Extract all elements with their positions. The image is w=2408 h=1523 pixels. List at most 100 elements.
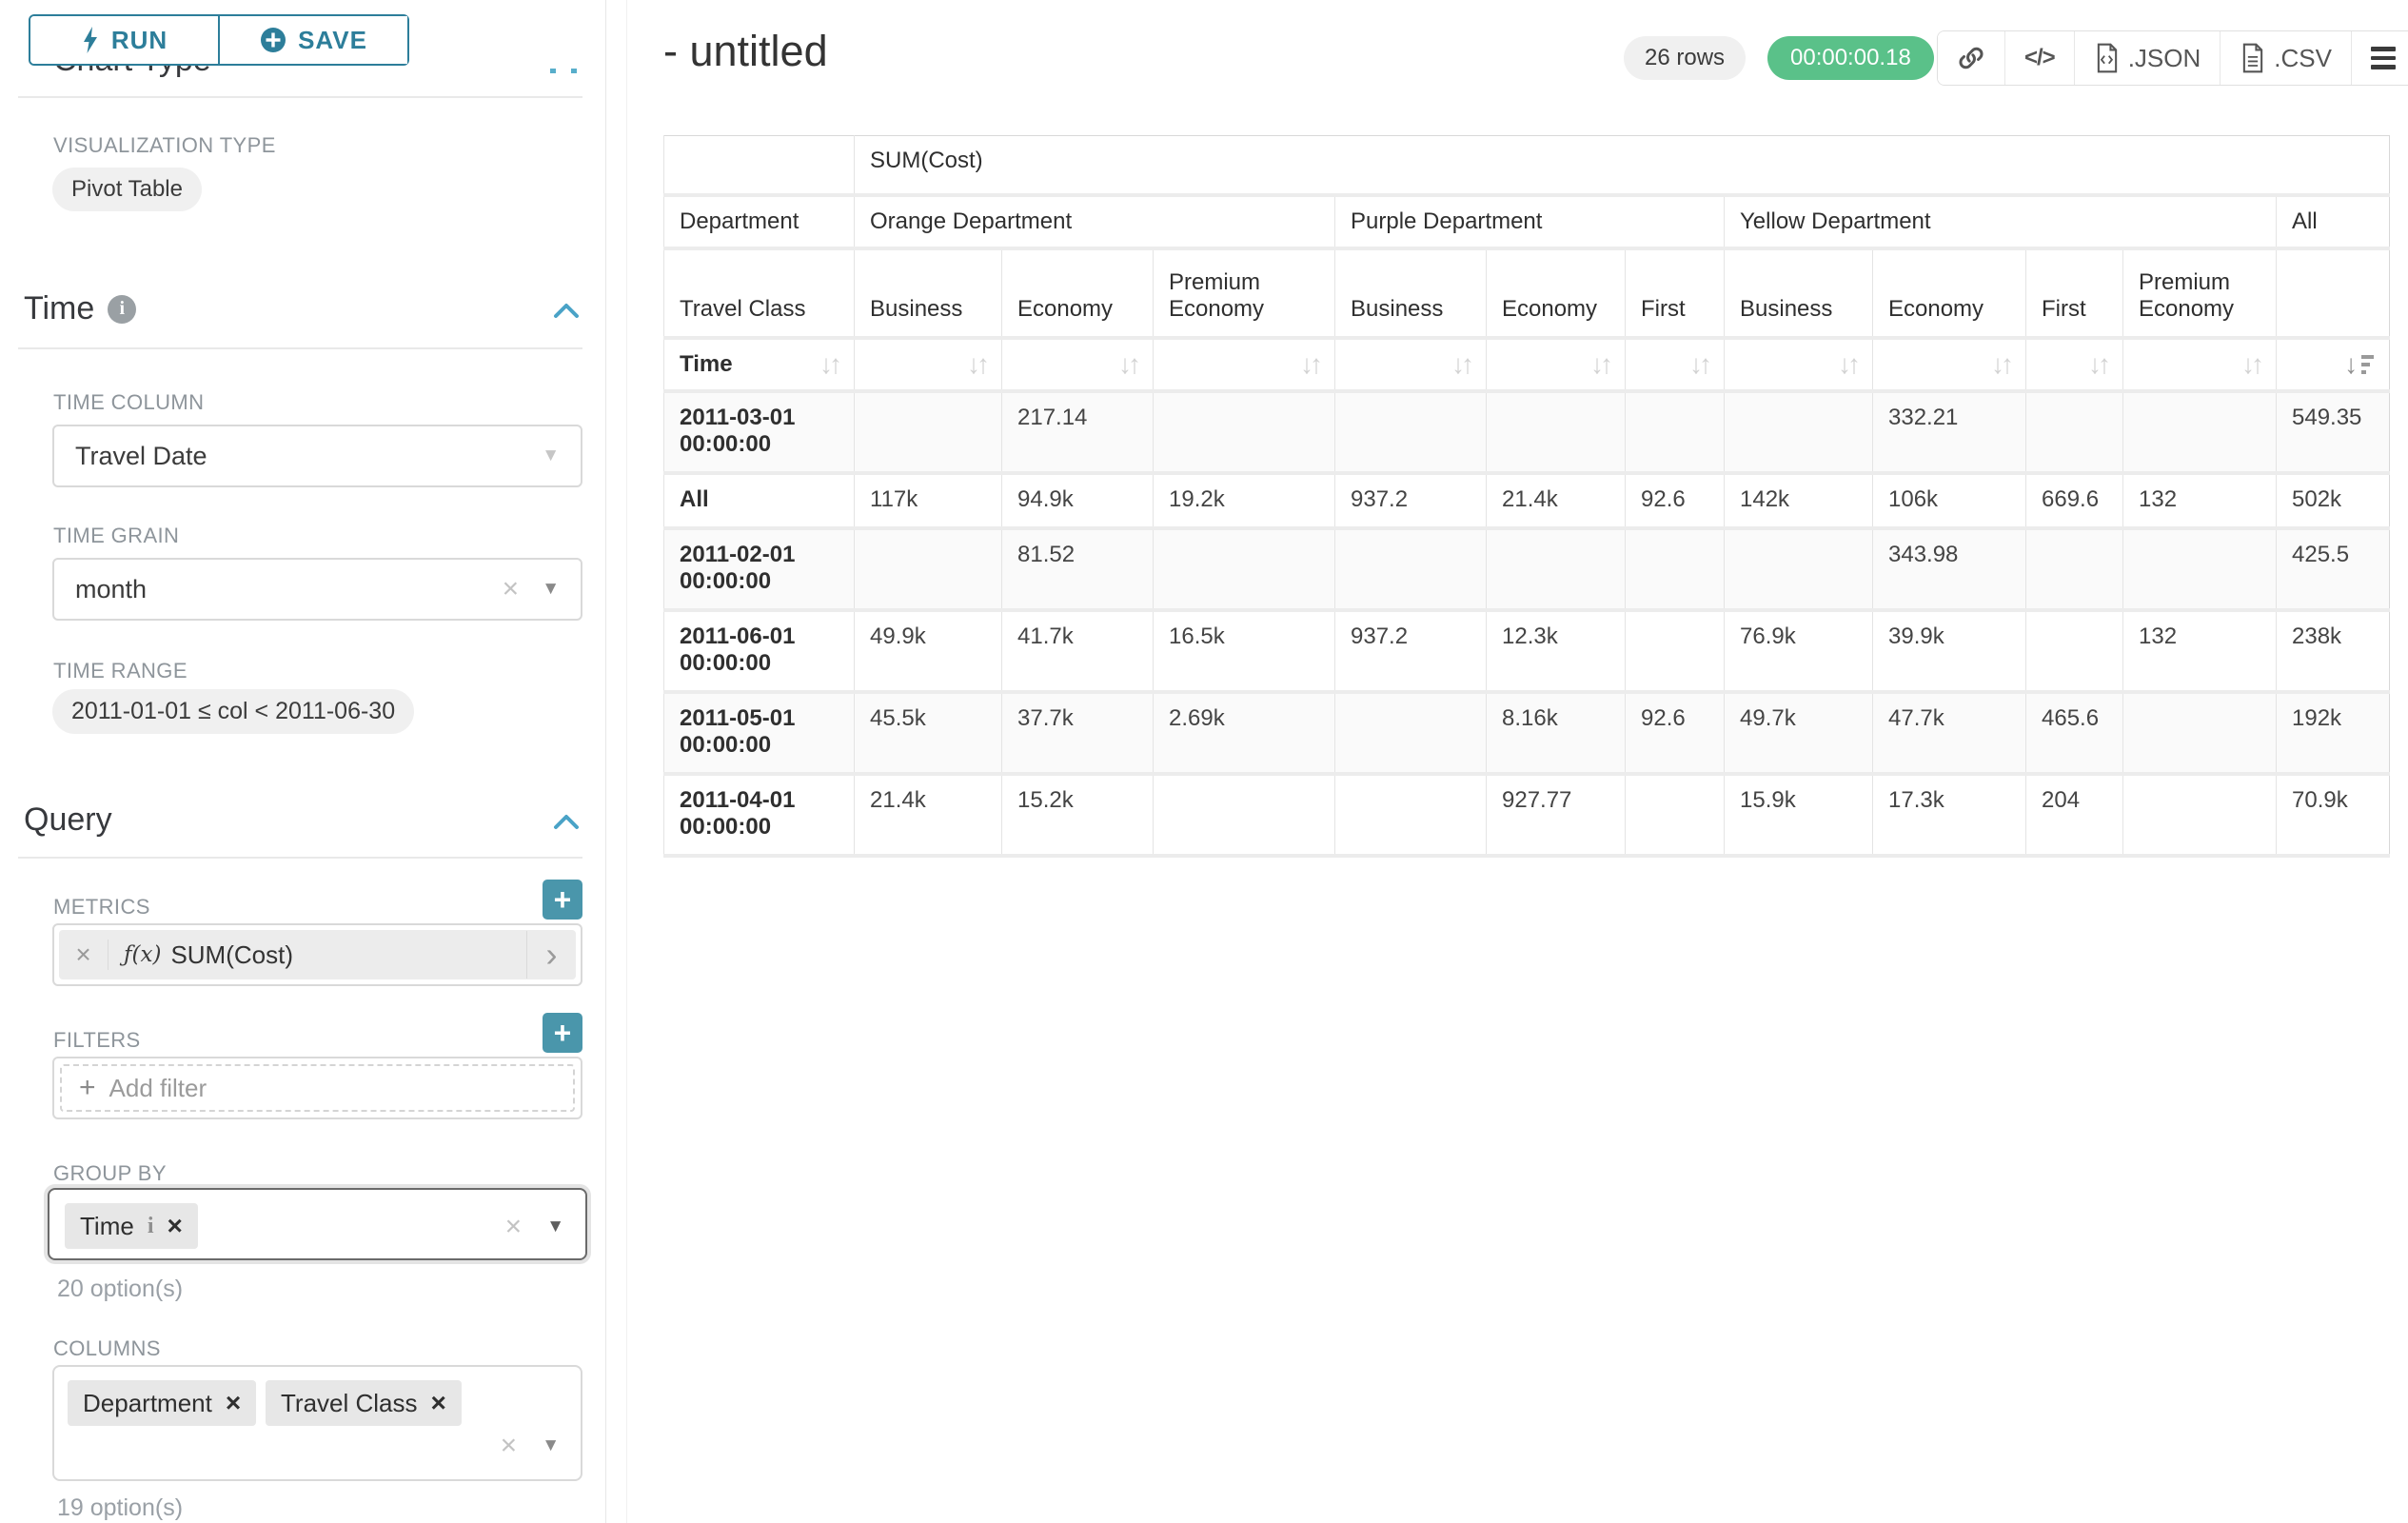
time-range-pill[interactable]: 2011-01-01 ≤ col < 2011-06-30 xyxy=(52,689,414,734)
expand-metric-icon[interactable]: › xyxy=(526,931,576,979)
cell: 937.2 xyxy=(1335,610,1487,692)
remove-tag-icon[interactable]: × xyxy=(167,1211,182,1241)
sort-icon[interactable]: ↓↑ xyxy=(1451,351,1470,378)
export-csv-button[interactable]: .CSV xyxy=(2220,31,2352,85)
cell: 502k xyxy=(2277,473,2390,528)
time-column-select[interactable]: Travel Date ▼ xyxy=(52,425,582,487)
cell xyxy=(1725,391,1873,473)
column-sort-header[interactable]: ↓↑ xyxy=(2123,338,2277,391)
cell: 47.7k xyxy=(1873,692,2026,774)
sort-icon[interactable]: ↓↑ xyxy=(1300,351,1319,378)
drag-dot xyxy=(550,69,556,73)
row-label: All xyxy=(664,473,855,528)
view-query-button[interactable]: </> xyxy=(2005,31,2075,85)
time-sort-header[interactable]: Time↓↑ xyxy=(664,338,855,391)
column-sort-header[interactable]: ↓↑ xyxy=(1626,338,1725,391)
sort-icon[interactable]: ↓↑ xyxy=(1118,351,1137,378)
chevron-down-icon[interactable]: ▼ xyxy=(542,579,560,600)
time-grain-select[interactable]: month × ▼ xyxy=(52,558,582,621)
chevron-up-icon[interactable] xyxy=(550,811,582,834)
cell: 132 xyxy=(2123,610,2277,692)
cell: 21.4k xyxy=(855,774,1002,856)
cell: 94.9k xyxy=(1002,473,1154,528)
col-group-header: Yellow Department xyxy=(1725,195,2277,248)
columns-select[interactable]: Department × Travel Class × × ▼ xyxy=(52,1365,582,1481)
clear-icon[interactable]: × xyxy=(505,1211,523,1243)
cell xyxy=(1335,774,1487,856)
cell xyxy=(1626,528,1725,610)
more-options-button[interactable] xyxy=(2352,31,2408,85)
sort-icon[interactable]: ↓↑ xyxy=(1838,351,1857,378)
run-button[interactable]: RUN xyxy=(30,16,220,64)
visualization-type-pill[interactable]: Pivot Table xyxy=(52,168,202,211)
export-toolbar: </> .JSON .CSV xyxy=(1937,30,2408,86)
metrics-label: METRICS xyxy=(53,895,150,920)
cell: 343.98 xyxy=(1873,528,2026,610)
cell: 76.9k xyxy=(1725,610,1873,692)
save-button[interactable]: SAVE xyxy=(220,16,407,64)
column-sort-header[interactable]: ↓↑ xyxy=(855,338,1002,391)
plus-circle-icon xyxy=(260,27,286,53)
add-filter-plus-button[interactable]: + xyxy=(543,1013,582,1053)
cell xyxy=(2123,692,2277,774)
row-label: 2011-05-01 00:00:00 xyxy=(664,692,855,774)
col-group-header: Orange Department xyxy=(855,195,1335,248)
cell: 39.9k xyxy=(1873,610,2026,692)
info-icon[interactable]: i xyxy=(108,295,136,324)
remove-metric-icon[interactable]: × xyxy=(59,940,109,970)
cell: 70.9k xyxy=(2277,774,2390,856)
share-link-button[interactable] xyxy=(1938,31,2005,85)
cell: 425.5 xyxy=(2277,528,2390,610)
sort-icon[interactable]: ↓↑ xyxy=(1590,351,1609,378)
cell: 192k xyxy=(2277,692,2390,774)
chevron-down-icon[interactable]: ▼ xyxy=(546,1216,564,1237)
column-sort-header[interactable]: ↓↑ xyxy=(2026,338,2123,391)
table-row: 2011-04-01 00:00:00 21.4k 15.2k 927.77 1… xyxy=(664,774,2390,856)
column-sort-header-active[interactable]: ↓ xyxy=(2277,338,2390,391)
metrics-control: × ƒ(x) SUM(Cost) › xyxy=(52,923,582,986)
add-metric-button[interactable]: + xyxy=(543,880,582,920)
department-header-row: Department Orange Department Purple Depa… xyxy=(664,195,2390,248)
cell xyxy=(1626,610,1725,692)
sort-icon[interactable]: ↓↑ xyxy=(1991,351,2010,378)
group-by-label: GROUP BY xyxy=(53,1161,167,1186)
columns-tag[interactable]: Department × xyxy=(68,1380,256,1426)
remove-tag-icon[interactable]: × xyxy=(431,1388,446,1418)
sort-descending-icon[interactable]: ↓ xyxy=(2344,351,2374,378)
json-file-icon xyxy=(2094,43,2121,73)
chevron-down-icon[interactable]: ▼ xyxy=(542,1435,560,1456)
cell: 15.2k xyxy=(1002,774,1154,856)
column-sort-header[interactable]: ↓↑ xyxy=(1002,338,1154,391)
column-sort-header[interactable]: ↓↑ xyxy=(1487,338,1626,391)
cell: 45.5k xyxy=(855,692,1002,774)
sort-icon[interactable]: ↓↑ xyxy=(819,351,839,378)
remove-tag-icon[interactable]: × xyxy=(226,1388,241,1418)
chevron-up-icon[interactable] xyxy=(550,300,582,323)
clear-icon[interactable]: × xyxy=(501,1430,518,1462)
metric-pill[interactable]: × ƒ(x) SUM(Cost) › xyxy=(59,930,576,979)
sort-icon[interactable]: ↓↑ xyxy=(967,351,986,378)
sort-icon[interactable]: ↓↑ xyxy=(2088,351,2107,378)
column-sort-header[interactable]: ↓↑ xyxy=(1154,338,1335,391)
cell: 92.6 xyxy=(1626,692,1725,774)
column-sort-header[interactable]: ↓↑ xyxy=(1873,338,2026,391)
sort-icon[interactable]: ↓↑ xyxy=(2241,351,2260,378)
group-by-tag[interactable]: Time i × xyxy=(65,1203,198,1249)
sort-icon[interactable]: ↓↑ xyxy=(1689,351,1708,378)
cell: 41.7k xyxy=(1002,610,1154,692)
cell xyxy=(2123,528,2277,610)
metric-name: SUM(Cost) xyxy=(170,940,293,970)
columns-tag[interactable]: Travel Class × xyxy=(266,1380,462,1426)
cell: 49.7k xyxy=(1725,692,1873,774)
info-icon[interactable]: i xyxy=(148,1214,154,1239)
chevron-down-icon[interactable]: ▼ xyxy=(542,445,560,466)
clear-icon[interactable]: × xyxy=(503,573,520,605)
export-json-button[interactable]: .JSON xyxy=(2075,31,2221,85)
column-sort-header[interactable]: ↓↑ xyxy=(1335,338,1487,391)
group-by-select[interactable]: Time i × × ▼ xyxy=(48,1188,587,1260)
travel-class-axis-label: Travel Class xyxy=(664,248,855,338)
cell xyxy=(2123,391,2277,473)
cell: 15.9k xyxy=(1725,774,1873,856)
add-filter-button[interactable]: + Add filter xyxy=(60,1064,575,1112)
column-sort-header[interactable]: ↓↑ xyxy=(1725,338,1873,391)
